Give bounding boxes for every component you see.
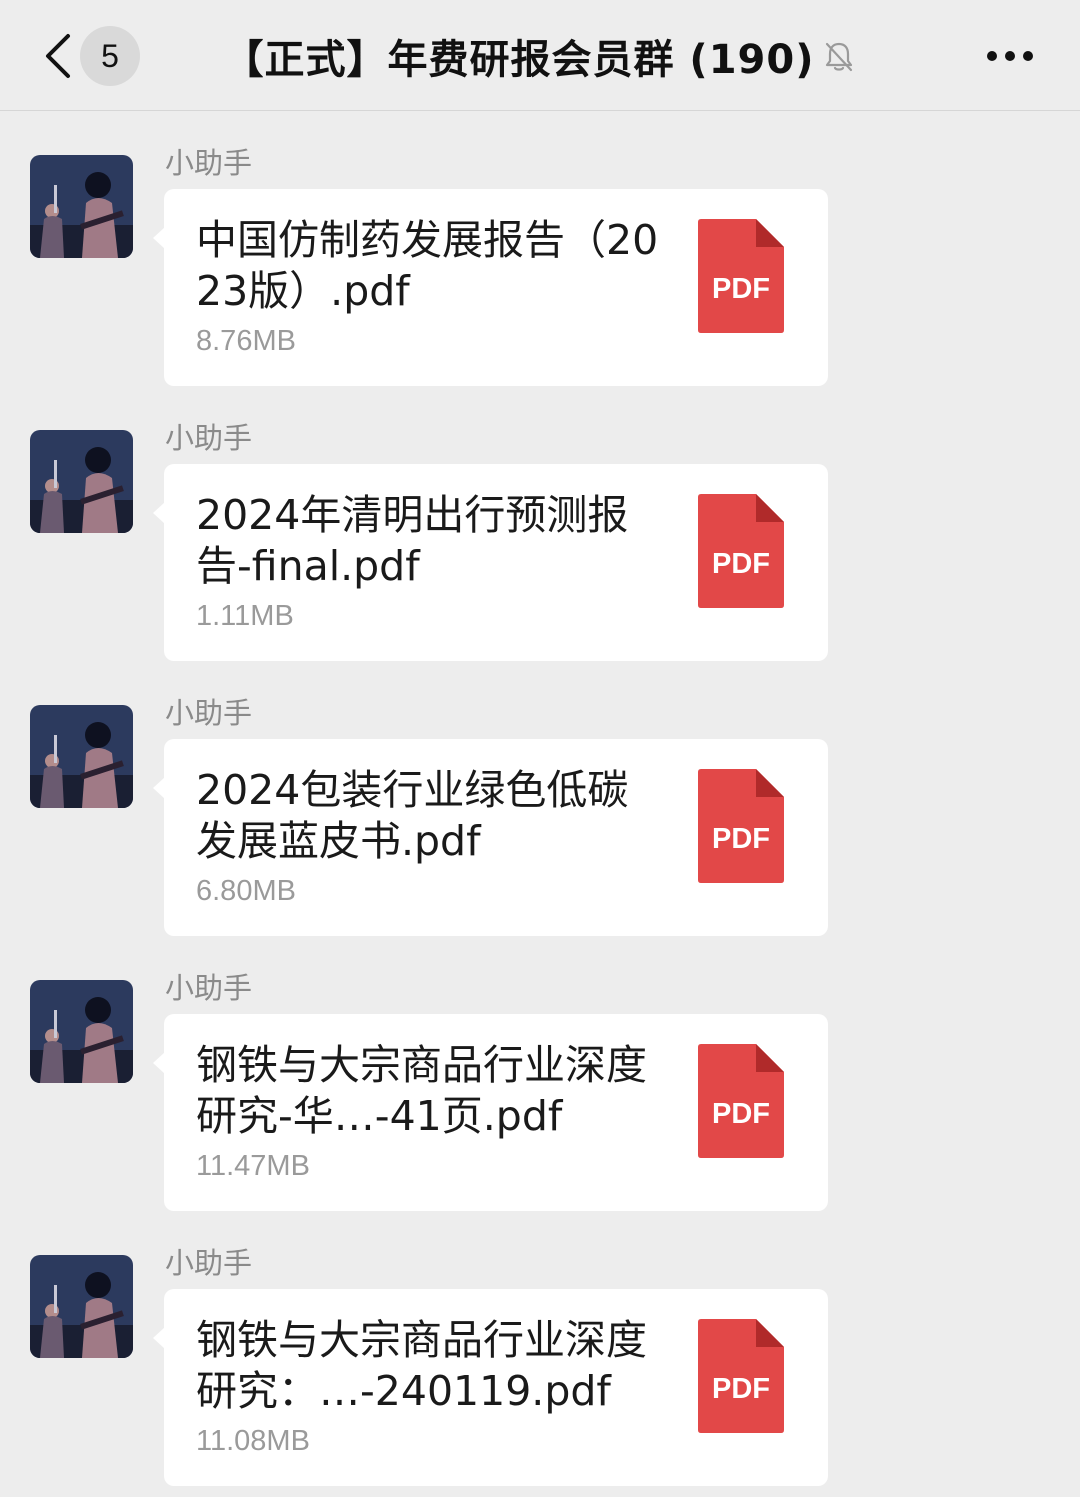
- message-list[interactable]: 小助手 中国仿制药发展报告（2023版）.pdf 8.76MB PDF 小助手 …: [0, 111, 1080, 1497]
- pdf-file-icon: PDF: [698, 1044, 784, 1158]
- file-bubble[interactable]: 2024包装行业绿色低碳发展蓝皮书.pdf 6.80MB PDF: [153, 739, 828, 936]
- file-type-label: PDF: [712, 1098, 770, 1130]
- bubble-tail: [153, 1052, 165, 1074]
- file-name: 钢铁与大宗商品行业深度研究-华…-41页.pdf: [196, 1041, 647, 1140]
- file-name: 2024包装行业绿色低碳发展蓝皮书.pdf: [196, 766, 629, 865]
- file-bubble[interactable]: 钢铁与大宗商品行业深度研究-华…-41页.pdf 11.47MB PDF: [153, 1014, 828, 1211]
- pdf-file-icon: PDF: [698, 494, 784, 608]
- file-type-label: PDF: [712, 1373, 770, 1405]
- file-bubble[interactable]: 2024年清明出行预测报告-final.pdf 1.11MB PDF: [153, 464, 828, 661]
- file-type-label: PDF: [712, 548, 770, 580]
- file-name: 钢铁与大宗商品行业深度研究：…-240119.pdf: [196, 1316, 647, 1415]
- chat-screen: 5 【正式】年费研报会员群 (190) 小助手 中国仿制药发展报告（2023版）…: [0, 0, 1080, 1497]
- sender-name: 小助手: [165, 696, 253, 730]
- sender-name: 小助手: [165, 1246, 253, 1280]
- avatar[interactable]: [30, 705, 133, 808]
- file-message: 小助手 钢铁与大宗商品行业深度研究：…-240119.pdf 11.08MB P…: [0, 1211, 1080, 1486]
- sender-name: 小助手: [165, 421, 253, 455]
- unread-count-badge[interactable]: 5: [80, 26, 140, 86]
- more-dot-icon: [987, 51, 997, 61]
- avatar[interactable]: [30, 155, 133, 258]
- file-size: 11.08MB: [196, 1425, 310, 1457]
- file-bubble[interactable]: 中国仿制药发展报告（2023版）.pdf 8.76MB PDF: [153, 189, 828, 386]
- avatar[interactable]: [30, 430, 133, 533]
- file-type-label: PDF: [712, 823, 770, 855]
- file-size: 1.11MB: [196, 600, 294, 632]
- file-message: 小助手 2024包装行业绿色低碳发展蓝皮书.pdf 6.80MB PDF: [0, 661, 1080, 936]
- chat-header: 5 【正式】年费研报会员群 (190): [0, 0, 1080, 111]
- file-message: 小助手 中国仿制药发展报告（2023版）.pdf 8.76MB PDF: [0, 111, 1080, 386]
- file-size: 11.47MB: [196, 1150, 310, 1182]
- bubble-tail: [153, 227, 165, 249]
- file-name: 中国仿制药发展报告（2023版）.pdf: [196, 216, 659, 315]
- pdf-file-icon: PDF: [698, 1319, 784, 1433]
- bubble-tail: [153, 1327, 165, 1349]
- more-options-button[interactable]: [980, 28, 1040, 84]
- file-message: 小助手 2024年清明出行预测报告-final.pdf 1.11MB PDF: [0, 386, 1080, 661]
- file-bubble[interactable]: 钢铁与大宗商品行业深度研究：…-240119.pdf 11.08MB PDF: [153, 1289, 828, 1486]
- file-name: 2024年清明出行预测报告-final.pdf: [196, 491, 629, 590]
- sender-name: 小助手: [165, 146, 253, 180]
- pdf-file-icon: PDF: [698, 219, 784, 333]
- file-size: 8.76MB: [196, 325, 296, 357]
- sender-name: 小助手: [165, 971, 253, 1005]
- pdf-file-icon: PDF: [698, 769, 784, 883]
- file-size: 6.80MB: [196, 875, 296, 907]
- chevron-left-icon: [46, 34, 70, 78]
- chat-title: 【正式】年费研报会员群 (190): [223, 37, 815, 83]
- chat-title-bar[interactable]: 【正式】年费研报会员群 (190): [150, 28, 930, 84]
- file-message: 小助手 钢铁与大宗商品行业深度研究-华…-41页.pdf 11.47MB PDF: [0, 936, 1080, 1211]
- file-type-label: PDF: [712, 273, 770, 305]
- bubble-tail: [153, 777, 165, 799]
- bubble-tail: [153, 502, 165, 524]
- back-button[interactable]: [30, 28, 86, 84]
- more-dot-icon: [1023, 51, 1033, 61]
- avatar[interactable]: [30, 980, 133, 1083]
- avatar[interactable]: [30, 1255, 133, 1358]
- bell-muted-icon: [822, 39, 856, 73]
- more-dot-icon: [1005, 51, 1015, 61]
